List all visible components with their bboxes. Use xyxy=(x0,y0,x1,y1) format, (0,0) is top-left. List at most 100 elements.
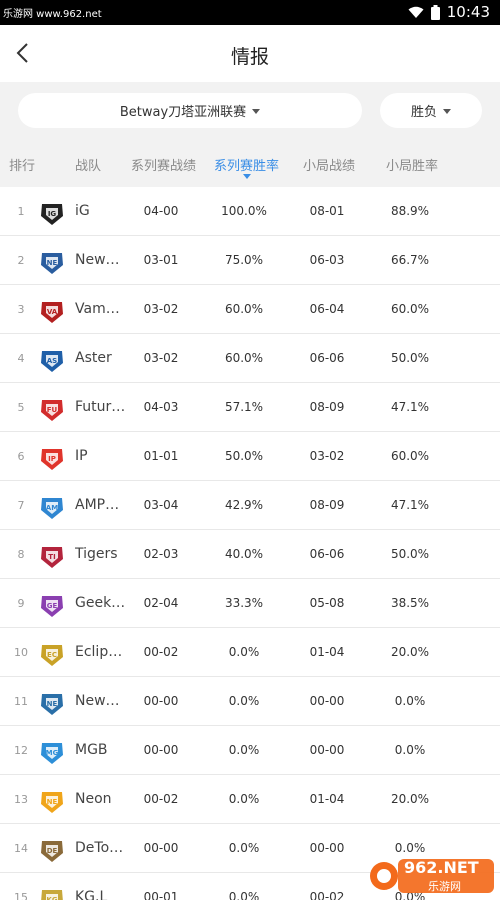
series-record-cell: 00-00 xyxy=(143,694,179,708)
team-name-cell: IP xyxy=(75,448,88,464)
column-header-game-record[interactable]: 小局战绩 xyxy=(303,155,355,174)
result-select[interactable]: 胜负 xyxy=(380,93,482,128)
column-header-series-winrate[interactable]: 系列赛胜率 xyxy=(214,155,279,179)
caret-down-icon xyxy=(443,109,451,114)
rank-cell: 9 xyxy=(17,597,25,610)
series-winrate-cell: 100.0% xyxy=(221,204,267,218)
svg-text:EC: EC xyxy=(47,651,57,659)
team-name-cell: DeTo… xyxy=(75,840,124,856)
status-icons: 10:43 xyxy=(408,3,490,21)
series-winrate-cell: 0.0% xyxy=(228,645,260,659)
rank-cell: 12 xyxy=(14,744,28,757)
team-name-cell: Eclip… xyxy=(75,644,123,660)
table-row[interactable]: 11 NE New… 00-00 0.0% 00-00 0.0% xyxy=(0,677,500,726)
game-winrate-cell: 20.0% xyxy=(390,792,430,806)
team-name-cell: Futur… xyxy=(75,399,126,415)
table-row[interactable]: 2 NE New… 03-01 75.0% 06-03 66.7% xyxy=(0,236,500,285)
site-watermark-badge: 962.NET 乐游网 xyxy=(368,855,496,897)
team-name-cell: Tigers xyxy=(75,546,118,562)
svg-text:FU: FU xyxy=(47,406,58,414)
rank-cell: 1 xyxy=(17,205,25,218)
series-record-cell: 01-01 xyxy=(143,449,179,463)
page-title: 情报 xyxy=(230,46,269,68)
ip-logo-icon: IP xyxy=(38,444,66,470)
svg-text:NE: NE xyxy=(47,798,58,806)
table-row[interactable]: 12 MG MGB 00-00 0.0% 00-00 0.0% xyxy=(0,726,500,775)
series-winrate-cell: 0.0% xyxy=(228,743,260,757)
watermark-badge-text: 962.NET xyxy=(404,858,479,877)
table-header: 排行 战队 系列赛战绩 系列赛胜率 小局战绩 小局胜率 xyxy=(0,139,500,187)
watermark-badge-sub: 乐游网 xyxy=(428,880,461,893)
game-record-cell: 00-00 xyxy=(309,743,345,757)
vampire-logo-icon: VA xyxy=(38,297,66,323)
team-name-cell: New… xyxy=(75,252,120,268)
table-row[interactable]: 5 FU Futur… 04-03 57.1% 08-09 47.1% xyxy=(0,383,500,432)
table-row[interactable]: 4 AS Aster 03-02 60.0% 06-06 50.0% xyxy=(0,334,500,383)
game-record-cell: 08-09 xyxy=(309,400,345,414)
svg-text:NE: NE xyxy=(47,259,58,267)
rank-cell: 2 xyxy=(17,254,25,267)
game-record-cell: 03-02 xyxy=(309,449,345,463)
game-record-cell: 00-00 xyxy=(309,841,345,855)
series-record-cell: 00-02 xyxy=(143,792,179,806)
ig-logo-icon: IG xyxy=(38,199,66,225)
rank-cell: 8 xyxy=(17,548,25,561)
svg-text:KG: KG xyxy=(46,896,57,900)
team-name-cell: Vam… xyxy=(75,301,120,317)
detonation-logo-icon: DE xyxy=(38,836,66,862)
wifi-icon xyxy=(408,6,424,18)
series-record-cell: 00-01 xyxy=(143,890,179,900)
table-row[interactable]: 1 IG iG 04-00 100.0% 08-01 88.9% xyxy=(0,187,500,236)
table-row[interactable]: 13 NE Neon 00-02 0.0% 01-04 20.0% xyxy=(0,775,500,824)
clock: 10:43 xyxy=(446,3,490,21)
svg-text:DE: DE xyxy=(47,847,58,855)
neon-logo-icon: NE xyxy=(38,787,66,813)
game-record-cell: 05-08 xyxy=(309,596,345,610)
series-record-cell: 04-00 xyxy=(143,204,179,218)
svg-text:VA: VA xyxy=(47,308,58,316)
game-winrate-cell: 38.5% xyxy=(390,596,430,610)
series-winrate-cell: 0.0% xyxy=(228,841,260,855)
table-row[interactable]: 9 GE Geek… 02-04 33.3% 05-08 38.5% xyxy=(0,579,500,628)
game-winrate-cell: 20.0% xyxy=(390,645,430,659)
series-winrate-cell: 33.3% xyxy=(224,596,264,610)
status-bar: 乐游网 www.962.net 10:43 xyxy=(0,0,500,25)
league-select[interactable]: Betway刀塔亚洲联赛 xyxy=(18,93,362,128)
battery-icon xyxy=(430,4,440,20)
team-name-cell: MGB xyxy=(75,742,108,758)
rank-cell: 11 xyxy=(14,695,28,708)
svg-text:TI: TI xyxy=(48,553,55,561)
rank-cell: 10 xyxy=(14,646,28,659)
caret-down-icon xyxy=(252,109,261,114)
column-header-team[interactable]: 战队 xyxy=(75,155,101,174)
team-name-cell: Geek… xyxy=(75,595,126,611)
svg-text:AM: AM xyxy=(46,504,58,512)
rank-cell: 7 xyxy=(17,499,25,512)
table-row[interactable]: 3 VA Vam… 03-02 60.0% 06-04 60.0% xyxy=(0,285,500,334)
rank-cell: 5 xyxy=(17,401,25,414)
column-header-rank[interactable]: 排行 xyxy=(9,155,35,174)
filter-bar: Betway刀塔亚洲联赛 胜负 xyxy=(0,82,500,139)
sort-desc-icon xyxy=(242,174,251,179)
column-header-series-record[interactable]: 系列赛战绩 xyxy=(131,155,196,174)
game-record-cell: 00-00 xyxy=(309,694,345,708)
series-record-cell: 03-04 xyxy=(143,498,179,512)
series-winrate-cell: 60.0% xyxy=(224,302,264,316)
rank-cell: 6 xyxy=(17,450,25,463)
geek-logo-icon: GE xyxy=(38,591,66,617)
column-header-game-winrate[interactable]: 小局胜率 xyxy=(386,155,438,174)
kgl-logo-icon: KG xyxy=(38,885,66,900)
table-row[interactable]: 10 EC Eclip… 00-02 0.0% 01-04 20.0% xyxy=(0,628,500,677)
rank-cell: 13 xyxy=(14,793,28,806)
table-row[interactable]: 7 AM AMP… 03-04 42.9% 08-09 47.1% xyxy=(0,481,500,530)
game-winrate-cell: 0.0% xyxy=(394,694,426,708)
game-winrate-cell: 88.9% xyxy=(390,204,430,218)
series-winrate-cell: 60.0% xyxy=(224,351,264,365)
game-winrate-cell: 66.7% xyxy=(390,253,430,267)
table-row[interactable]: 8 TI Tigers 02-03 40.0% 06-06 50.0% xyxy=(0,530,500,579)
watermark-text: 乐游网 www.962.net xyxy=(3,9,102,20)
newbee-logo-icon: NE xyxy=(38,248,66,274)
amplfy-logo-icon: AM xyxy=(38,493,66,519)
table-row[interactable]: 6 IP IP 01-01 50.0% 03-02 60.0% xyxy=(0,432,500,481)
svg-text:IP: IP xyxy=(48,455,56,463)
